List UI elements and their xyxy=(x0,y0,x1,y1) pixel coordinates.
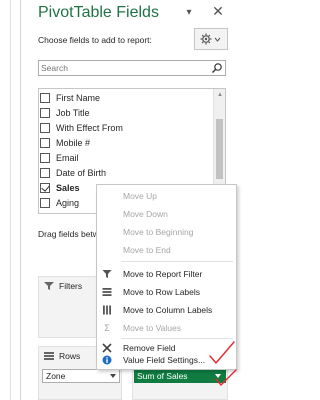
spreadsheet-edge xyxy=(0,0,21,400)
values-field-label: Sum of Sales xyxy=(137,371,188,381)
grid-column-line xyxy=(10,0,11,400)
menu-item-move-to-values[interactable]: Σ Move to Values xyxy=(97,319,236,337)
rows-icon xyxy=(44,352,54,360)
menu-item-move-down[interactable]: Move Down xyxy=(97,205,236,223)
choose-fields-label: Choose fields to add to report: xyxy=(38,35,152,45)
scroll-thumb[interactable] xyxy=(216,119,223,179)
menu-item-label: Move to End xyxy=(123,245,171,255)
field-label: First Name xyxy=(56,93,101,103)
field-checkbox-checked[interactable] xyxy=(40,183,50,193)
rows-field-label: Zone xyxy=(46,371,66,381)
close-icon[interactable]: ✕ xyxy=(210,3,226,19)
field-checkbox[interactable] xyxy=(40,138,50,148)
info-icon xyxy=(102,355,112,365)
menu-item-label: Move to Report Filter xyxy=(123,269,203,279)
field-checkbox[interactable] xyxy=(40,168,50,178)
field-label: Job Title xyxy=(56,108,90,118)
rows-label: Rows xyxy=(59,351,81,361)
field-item-first-name[interactable]: First Name xyxy=(39,91,209,105)
field-checkbox[interactable] xyxy=(40,198,50,208)
menu-item-label: Move to Values xyxy=(123,323,181,333)
sigma-icon: Σ xyxy=(104,323,110,333)
search-icon[interactable] xyxy=(211,62,223,74)
field-label: With Effect From xyxy=(56,123,123,133)
menu-item-label: Move Up xyxy=(123,191,158,201)
tools-button[interactable] xyxy=(194,28,228,50)
field-item-job-title[interactable]: Job Title xyxy=(39,106,209,120)
menu-item-move-to-report-filter[interactable]: Move to Report Filter xyxy=(97,265,236,283)
menu-item-move-to-end[interactable]: Move to End xyxy=(97,241,236,259)
dropdown-arrow-icon[interactable] xyxy=(110,374,116,378)
menu-item-label: Move to Row Labels xyxy=(123,287,201,297)
filters-label: Filters xyxy=(59,281,83,291)
filter-icon xyxy=(102,270,112,278)
field-label: Date of Birth xyxy=(56,168,107,178)
field-checkbox[interactable] xyxy=(40,93,50,103)
gear-icon xyxy=(200,33,221,45)
menu-item-label: Value Field Settings... xyxy=(123,355,206,365)
columns-icon xyxy=(103,305,111,315)
menu-item-label: Move to Column Labels xyxy=(123,305,213,315)
dropdown-arrow-icon[interactable] xyxy=(215,374,221,378)
pane-title: PivotTable Fields xyxy=(38,4,159,21)
chevron-down-icon[interactable]: ▾ xyxy=(182,6,196,20)
menu-item-label: Move to Beginning xyxy=(123,227,194,237)
rows-icon xyxy=(102,288,112,296)
menu-item-move-up[interactable]: Move Up xyxy=(97,187,236,205)
field-label: Email xyxy=(56,153,79,163)
filter-icon xyxy=(44,282,54,290)
field-context-menu: Move Up Move Down Move to Beginning Move… xyxy=(96,184,237,370)
menu-item-move-to-column-labels[interactable]: Move to Column Labels xyxy=(97,301,236,319)
field-label: Mobile # xyxy=(56,138,91,148)
menu-separator xyxy=(121,261,233,262)
field-label: Aging xyxy=(56,198,80,208)
field-item-with-effect-from[interactable]: With Effect From xyxy=(39,121,209,135)
values-field-sum-of-sales[interactable]: Sum of Sales xyxy=(134,369,226,383)
scroll-up-icon[interactable]: ▲ xyxy=(216,91,224,99)
field-checkbox[interactable] xyxy=(40,153,50,163)
search-field[interactable] xyxy=(38,60,226,76)
field-item-date-of-birth[interactable]: Date of Birth xyxy=(39,166,209,180)
rows-field-zone[interactable]: Zone xyxy=(42,369,120,383)
field-checkbox[interactable] xyxy=(40,123,50,133)
search-input[interactable] xyxy=(41,62,201,74)
menu-item-value-field-settings[interactable]: Value Field Settings... xyxy=(97,351,236,369)
field-checkbox[interactable] xyxy=(40,108,50,118)
field-item-email[interactable]: Email xyxy=(39,151,209,165)
field-label: Sales xyxy=(56,183,80,193)
menu-item-move-to-beginning[interactable]: Move to Beginning xyxy=(97,223,236,241)
field-item-mobile[interactable]: Mobile # xyxy=(39,136,209,150)
menu-item-label: Move Down xyxy=(123,209,168,219)
menu-item-move-to-row-labels[interactable]: Move to Row Labels xyxy=(97,283,236,301)
